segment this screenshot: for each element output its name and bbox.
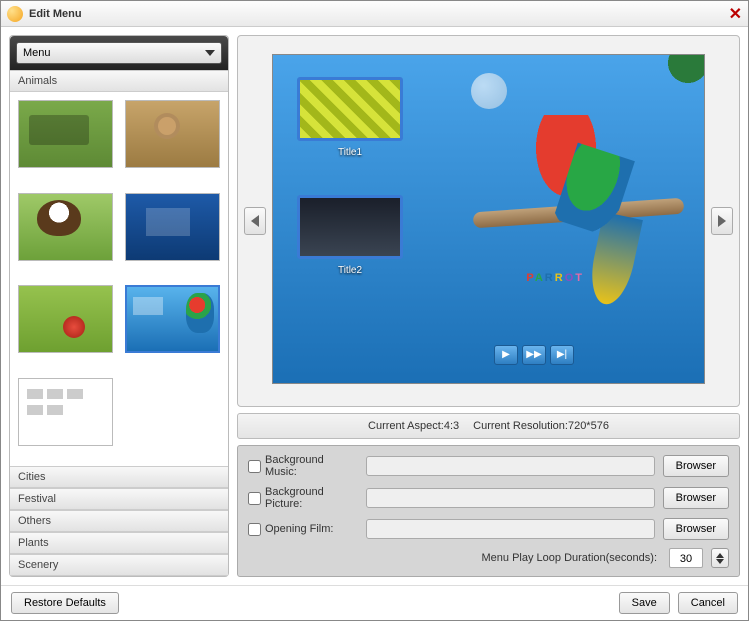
loop-spinner[interactable] — [711, 548, 729, 568]
close-icon[interactable]: ✕ — [729, 4, 742, 24]
category-cities[interactable]: Cities — [10, 466, 228, 488]
bg-picture-field[interactable] — [366, 488, 655, 508]
bg-music-label: Background Music: — [248, 454, 358, 478]
template-thumb[interactable] — [18, 100, 113, 168]
opening-film-field[interactable] — [366, 519, 655, 539]
template-thumb-selected[interactable] — [125, 285, 220, 353]
preview-theme-label: PARROT — [526, 270, 584, 284]
preview-decor — [471, 73, 507, 109]
app-icon — [7, 6, 23, 22]
bg-picture-checkbox[interactable] — [248, 492, 261, 505]
settings-panel: Background Music: Browser Background Pic… — [237, 445, 740, 577]
preview-title-label-2: Title2 — [297, 265, 403, 276]
category-scenery[interactable]: Scenery — [10, 554, 228, 576]
save-button[interactable]: Save — [619, 592, 670, 614]
bg-music-checkbox[interactable] — [248, 460, 261, 473]
edit-menu-window: Edit Menu ✕ Menu Animals — [0, 0, 749, 621]
prev-button[interactable] — [244, 207, 266, 235]
template-thumb[interactable] — [18, 285, 113, 353]
row-opening-film: Opening Film: Browser — [248, 518, 729, 540]
next-icon[interactable]: ▶| — [550, 345, 574, 365]
content-area: Menu Animals Cities Festival Others — [1, 27, 748, 585]
window-title: Edit Menu — [29, 8, 82, 20]
template-sidebar: Menu Animals Cities Festival Others — [9, 35, 229, 577]
combo-label: Menu — [23, 47, 51, 59]
combo-wrap: Menu — [10, 36, 228, 70]
category-festival[interactable]: Festival — [10, 488, 228, 510]
opening-film-label: Opening Film: — [248, 523, 358, 536]
bg-picture-browser-button[interactable]: Browser — [663, 487, 729, 509]
fast-forward-icon[interactable]: ▶▶ — [522, 345, 546, 365]
template-grid — [10, 92, 228, 466]
preview-title-tile-1[interactable] — [297, 77, 403, 141]
category-animals[interactable]: Animals — [10, 70, 228, 92]
category-accordion: Animals Cities Festival Others Plants Sc… — [10, 70, 228, 576]
titlebar: Edit Menu ✕ — [1, 1, 748, 27]
footer: Restore Defaults Save Cancel — [1, 585, 748, 620]
menu-preview-stage: PARROT Title1 Title2 ▶ ▶▶ ▶| — [272, 54, 705, 384]
loop-label: Menu Play Loop Duration(seconds): — [482, 552, 657, 564]
bg-music-field[interactable] — [366, 456, 655, 476]
chevron-down-icon — [205, 50, 215, 56]
next-button[interactable] — [711, 207, 733, 235]
spinner-down-icon — [716, 559, 724, 564]
play-icon[interactable]: ▶ — [494, 345, 518, 365]
row-bg-music: Background Music: Browser — [248, 454, 729, 478]
category-others[interactable]: Others — [10, 510, 228, 532]
bg-picture-label: Background Picture: — [248, 486, 358, 510]
preview-play-controls: ▶ ▶▶ ▶| — [494, 345, 574, 365]
main-panel: PARROT Title1 Title2 ▶ ▶▶ ▶| Current Asp… — [237, 35, 740, 577]
row-loop-duration: Menu Play Loop Duration(seconds): 30 — [248, 548, 729, 568]
arrow-left-icon — [251, 215, 259, 227]
category-plants[interactable]: Plants — [10, 532, 228, 554]
menu-type-combo[interactable]: Menu — [16, 42, 222, 64]
preview-title-label-1: Title1 — [297, 147, 403, 158]
opening-film-checkbox[interactable] — [248, 523, 261, 536]
template-thumb[interactable] — [18, 378, 113, 446]
preview-panel: PARROT Title1 Title2 ▶ ▶▶ ▶| — [237, 35, 740, 407]
loop-value-field[interactable]: 30 — [669, 548, 703, 568]
opening-film-browser-button[interactable]: Browser — [663, 518, 729, 540]
aspect-info: Current Aspect:4:3 — [368, 420, 459, 432]
spinner-up-icon — [716, 553, 724, 558]
template-thumb[interactable] — [125, 193, 220, 261]
resolution-info: Current Resolution:720*576 — [473, 420, 609, 432]
template-thumb[interactable] — [125, 100, 220, 168]
template-thumb[interactable] — [18, 193, 113, 261]
row-bg-picture: Background Picture: Browser — [248, 486, 729, 510]
arrow-right-icon — [718, 215, 726, 227]
cancel-button[interactable]: Cancel — [678, 592, 738, 614]
info-bar: Current Aspect:4:3 Current Resolution:72… — [237, 413, 740, 439]
preview-decor — [624, 55, 704, 135]
restore-defaults-button[interactable]: Restore Defaults — [11, 592, 119, 614]
preview-title-tile-2[interactable] — [297, 195, 403, 259]
bg-music-browser-button[interactable]: Browser — [663, 455, 729, 477]
